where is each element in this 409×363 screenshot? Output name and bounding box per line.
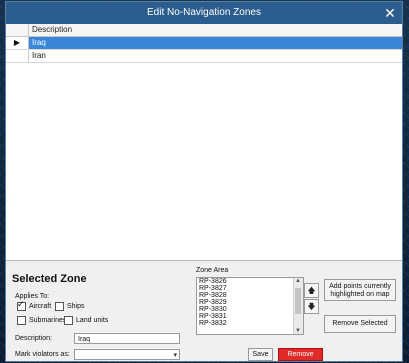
- submarines-checkbox[interactable]: [17, 316, 26, 325]
- row-header-column: [6, 24, 29, 36]
- zone-area-item[interactable]: RP-3831: [197, 313, 303, 320]
- ships-label: Ships: [67, 303, 85, 310]
- zone-area-item[interactable]: RP-3827: [197, 285, 303, 292]
- add-points-button[interactable]: Add points currently highlighted on map: [324, 279, 396, 301]
- zone-area-label: Zone Area: [196, 267, 229, 274]
- ships-checkbox-row[interactable]: Ships: [55, 302, 85, 311]
- description-label: Description:: [15, 335, 52, 342]
- zone-area-item[interactable]: RP-3832: [197, 320, 303, 327]
- dialog-title: Edit No-Navigation Zones: [147, 7, 261, 18]
- mark-violators-select[interactable]: ▾: [74, 349, 180, 360]
- land-units-checkbox[interactable]: [64, 316, 73, 325]
- arrow-up-icon: 🡅: [307, 286, 316, 295]
- grid-cell-description[interactable]: Iraq: [29, 37, 402, 49]
- current-row-marker-icon: ▶: [6, 37, 29, 49]
- zone-area-item[interactable]: RP-3829: [197, 299, 303, 306]
- edit-no-navigation-zones-dialog: Edit No-Navigation Zones ✕ Description ▶…: [6, 2, 402, 361]
- ships-checkbox[interactable]: [55, 302, 64, 311]
- zones-grid: Description ▶ Iraq Iran: [6, 24, 402, 261]
- scroll-down-icon[interactable]: ▼: [295, 328, 301, 334]
- grid-header: Description: [6, 24, 402, 37]
- zone-area-list[interactable]: RP-3826 RP-3827 RP-3828 RP-3829 RP-3830 …: [196, 277, 304, 335]
- submarines-checkbox-row[interactable]: Submarines: [17, 316, 66, 325]
- save-button[interactable]: Save: [248, 348, 273, 361]
- land-units-label: Land units: [76, 317, 109, 324]
- aircraft-checkbox[interactable]: [17, 299, 26, 311]
- move-up-button[interactable]: 🡅: [304, 283, 319, 298]
- move-down-button[interactable]: 🡇: [304, 299, 319, 314]
- grid-row-iraq[interactable]: ▶ Iraq: [6, 37, 402, 50]
- aircraft-checkbox-row[interactable]: Aircraft: [17, 299, 52, 311]
- submarines-label: Submarines: [29, 317, 67, 324]
- remove-selected-button[interactable]: Remove Selected: [324, 315, 396, 333]
- scroll-up-icon[interactable]: ▲: [295, 278, 301, 284]
- row-marker: [6, 50, 29, 62]
- chevron-down-icon[interactable]: ▾: [173, 350, 177, 361]
- selected-zone-panel: Selected Zone Applies To: Aircraft Ships…: [6, 261, 402, 361]
- zone-area-scrollbar[interactable]: ▲ ▼: [293, 278, 303, 334]
- land-units-checkbox-row[interactable]: Land units: [64, 316, 108, 325]
- close-icon[interactable]: ✕: [382, 5, 398, 21]
- remove-button[interactable]: Remove: [278, 348, 323, 361]
- scrollbar-thumb[interactable]: [295, 288, 301, 314]
- description-input[interactable]: Iraq: [74, 333, 180, 344]
- selected-zone-title: Selected Zone: [12, 273, 87, 285]
- zone-area-item[interactable]: RP-3826: [197, 278, 303, 285]
- aircraft-label: Aircraft: [29, 303, 52, 310]
- grid-cell-description[interactable]: Iran: [29, 50, 402, 62]
- mark-violators-label: Mark violators as:: [15, 351, 70, 358]
- zone-area-item[interactable]: RP-3828: [197, 292, 303, 299]
- description-column-header[interactable]: Description: [32, 25, 72, 34]
- zone-area-item[interactable]: RP-3830: [197, 306, 303, 313]
- grid-row-iran[interactable]: Iran: [6, 50, 402, 63]
- dialog-titlebar: Edit No-Navigation Zones ✕: [6, 2, 402, 24]
- arrow-down-icon: 🡇: [307, 302, 316, 311]
